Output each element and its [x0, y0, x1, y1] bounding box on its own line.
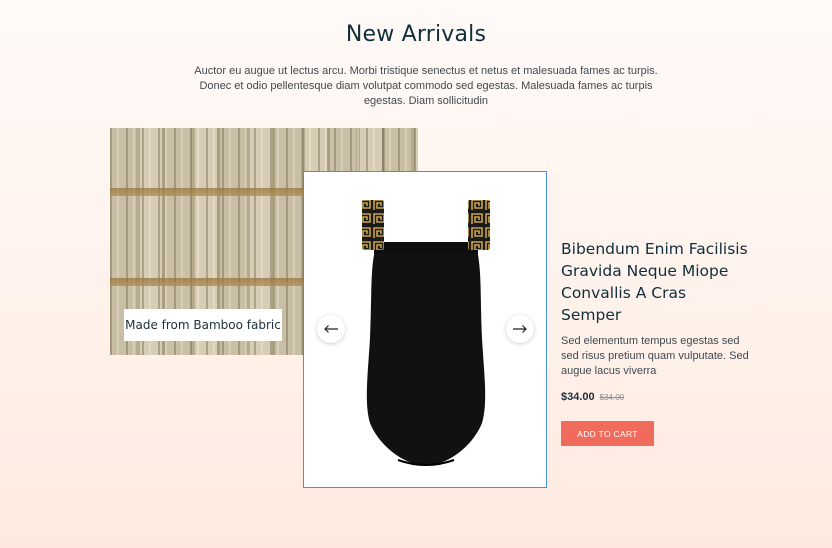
product-description: Sed elementum tempus egestas sed sed ris…: [561, 335, 749, 377]
product-price: $34.00: [561, 391, 595, 403]
product-info: Bibendum Enim Facilisis Gravida Neque Mi…: [561, 238, 751, 446]
carousel-next-button[interactable]: [506, 315, 534, 343]
price-row: $34.00 $34.00: [561, 391, 751, 403]
section-description: Auctor eu augue ut lectus arcu. Morbi tr…: [194, 65, 658, 107]
section-title: New Arrivals: [345, 22, 487, 47]
carousel-prev-button[interactable]: [317, 315, 345, 343]
arrow-right-icon: [513, 325, 527, 333]
product-old-price: $34.00: [599, 393, 625, 402]
swimsuit-product-image[interactable]: [358, 198, 494, 468]
arrow-left-icon: [324, 325, 338, 333]
bamboo-fabric-label: Made from Bamboo fabric: [124, 309, 282, 341]
product-title[interactable]: Bibendum Enim Facilisis Gravida Neque Mi…: [561, 238, 751, 326]
product-carousel-card[interactable]: [303, 171, 547, 488]
add-to-cart-button[interactable]: ADD TO CART: [561, 421, 654, 446]
